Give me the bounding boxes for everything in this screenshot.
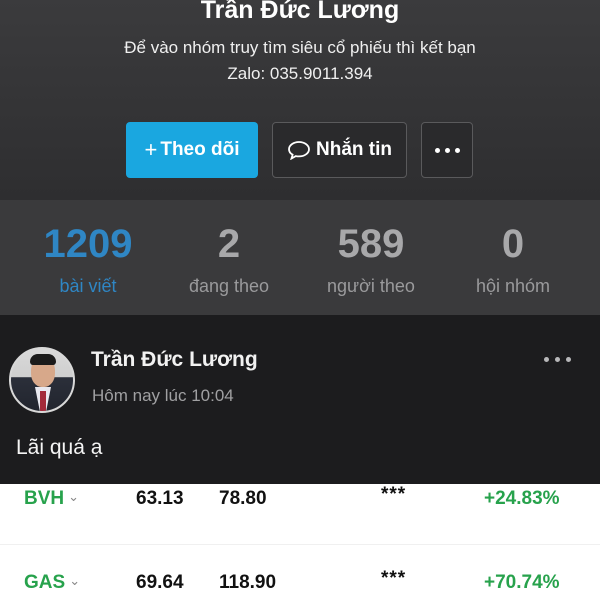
current-price: 78.80	[219, 488, 267, 509]
table-row: GAS ⌄ 69.64 118.90 *** +70.74%	[0, 568, 600, 600]
stat-following[interactable]: 2 đang theo	[154, 218, 304, 297]
post-menu-icon[interactable]	[544, 357, 571, 362]
buy-price: 69.64	[136, 572, 184, 593]
chevron-down-icon: ⌄	[69, 573, 81, 588]
stat-label: người theo	[327, 276, 415, 296]
more-dots-icon	[434, 147, 460, 153]
chevron-down-icon: ⌄	[68, 489, 80, 504]
current-price: 118.90	[219, 572, 277, 593]
profile-stats-bar: 1209 bài viết 2 đang theo 589 người theo…	[0, 200, 600, 315]
post-text: Lãi quá ạ	[16, 436, 103, 459]
change-percent: +24.83%	[484, 488, 560, 509]
stock-table: BVH ⌄ 63.13 78.80 *** +24.83% GAS ⌄ 69.64 …	[0, 484, 600, 600]
post-author[interactable]: Trần Đức Lương	[91, 348, 258, 372]
table-row: BVH ⌄ 63.13 78.80 *** +24.83%	[0, 484, 600, 524]
follow-button[interactable]: + Theo dõi	[126, 122, 258, 178]
row-divider	[0, 544, 600, 545]
profile-bio-line-2: Zalo: 035.9011.394	[227, 64, 373, 83]
chat-bubble-icon	[288, 141, 310, 160]
stat-value: 2	[217, 222, 241, 266]
stat-label: đang theo	[188, 276, 270, 296]
more-options-button[interactable]	[421, 122, 473, 178]
ticker-dropdown[interactable]: BVH ⌄	[24, 488, 79, 510]
hidden-volume: ***	[381, 484, 407, 505]
ticker-dropdown[interactable]: GAS ⌄	[24, 572, 80, 594]
profile-header: Trần Đức Lương Để vào nhóm truy tìm siêu…	[0, 0, 600, 200]
change-percent: +70.74%	[484, 572, 560, 593]
stat-posts[interactable]: 1209 bài viết	[13, 218, 163, 297]
stat-value: 1209	[43, 222, 133, 266]
message-button-label: Nhắn tin	[316, 139, 392, 160]
stat-value: 589	[337, 222, 405, 266]
plus-icon: +	[144, 137, 158, 162]
profile-bio-line-1: Để vào nhóm truy tìm siêu cổ phiếu thì k…	[124, 38, 476, 57]
stat-label: bài viết	[59, 276, 117, 296]
message-button[interactable]: Nhắn tin	[272, 122, 407, 178]
stat-followers[interactable]: 589 người theo	[296, 218, 446, 297]
ticker-symbol: GAS	[24, 572, 66, 593]
stat-label: hội nhóm	[475, 276, 551, 296]
stat-value: 0	[501, 222, 525, 266]
avatar[interactable]	[9, 347, 75, 413]
profile-name: Trần Đức Lương	[200, 0, 400, 24]
follow-button-label: Theo dõi	[160, 139, 240, 160]
hidden-volume: ***	[381, 568, 407, 589]
post-timestamp: Hôm nay lúc 10:04	[92, 386, 234, 405]
stat-groups[interactable]: 0 hội nhóm	[438, 218, 588, 297]
ticker-symbol: BVH	[24, 488, 65, 509]
buy-price: 63.13	[136, 488, 184, 509]
